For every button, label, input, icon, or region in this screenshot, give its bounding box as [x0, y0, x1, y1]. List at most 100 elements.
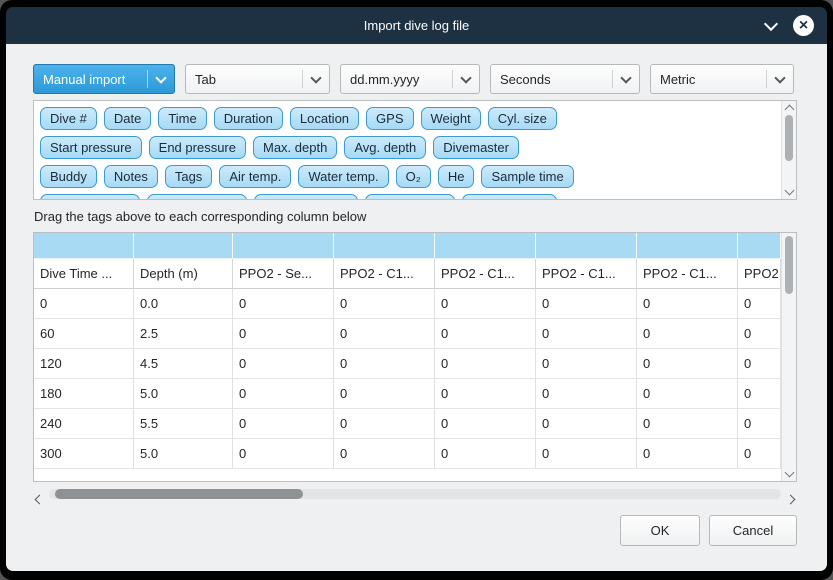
scroll-down-arrow-icon[interactable]: [782, 469, 796, 478]
tag-pill[interactable]: Tags: [165, 165, 212, 188]
tag-pill[interactable]: O₂: [396, 165, 431, 188]
column-header[interactable]: PPO2 - C1...: [637, 259, 738, 289]
table-cell: 0: [233, 439, 334, 469]
footer-button-row: OK Cancel: [33, 515, 797, 546]
instruction-label: Drag the tags above to each correspondin…: [34, 209, 797, 224]
tag-pill[interactable]: End pressure: [149, 136, 246, 159]
field-separator-combobox[interactable]: Tab: [185, 64, 330, 94]
close-icon[interactable]: ×: [793, 15, 814, 36]
titlebar-controls: ×: [766, 7, 814, 44]
scroll-down-arrow-icon[interactable]: [782, 187, 796, 196]
tag-pill[interactable]: Divemaster: [433, 136, 519, 159]
table-cell: 0: [435, 349, 536, 379]
scroll-left-arrow-icon[interactable]: [36, 490, 43, 508]
preview-table: Dive Time ...Depth (m)PPO2 - Se...PPO2 -…: [33, 232, 797, 482]
duration-format-combobox[interactable]: Seconds: [490, 64, 640, 94]
tag-pill[interactable]: Sample pO₂: [365, 194, 455, 199]
table-cell: 5.0: [134, 379, 233, 409]
tag-row: Buddy Notes Tags Air temp. Water temp. O₂ He Sa…: [40, 165, 781, 188]
tag-pill[interactable]: GPS: [366, 107, 413, 130]
table-row: 1204.5000000: [34, 349, 781, 379]
column-header[interactable]: PPO2 - Se...: [233, 259, 334, 289]
scrollbar-thumb[interactable]: [785, 236, 793, 294]
table-cell: 0: [334, 439, 435, 469]
units-combobox[interactable]: Metric: [650, 64, 794, 94]
duration-format-value: Seconds: [500, 72, 604, 87]
table-cell: 0: [738, 379, 781, 409]
table-cell: 0: [738, 289, 781, 319]
titlebar-menu-chevron-icon[interactable]: [764, 16, 778, 30]
table-cell: 0: [334, 349, 435, 379]
table-cell: 0: [435, 289, 536, 319]
tag-pill[interactable]: Avg. depth: [344, 136, 426, 159]
drop-target-cell[interactable]: [536, 233, 637, 259]
table-cell: 0: [34, 289, 134, 319]
scroll-up-arrow-icon[interactable]: [782, 102, 796, 113]
combo-chevron: [302, 70, 320, 88]
tags-vertical-scrollbar[interactable]: [781, 101, 796, 199]
table-cell: 0: [334, 379, 435, 409]
tag-pill[interactable]: Time: [158, 107, 206, 130]
table-cell: 0: [233, 379, 334, 409]
tag-pill[interactable]: He: [438, 165, 475, 188]
drop-target-cell[interactable]: [435, 233, 536, 259]
table-cell: 60: [34, 319, 134, 349]
table-cell: 0: [435, 319, 536, 349]
table-cell: 0: [738, 409, 781, 439]
drop-target-cell[interactable]: [34, 233, 134, 259]
column-header[interactable]: PPO2 - C1...: [536, 259, 637, 289]
drop-target-cell[interactable]: [637, 233, 738, 259]
column-header[interactable]: PPO2 - C1...: [334, 259, 435, 289]
tag-pill[interactable]: Sample CNS: [462, 194, 557, 199]
tag-pill[interactable]: Buddy: [40, 165, 97, 188]
column-header[interactable]: Depth (m): [134, 259, 233, 289]
tag-pill[interactable]: Start pressure: [40, 136, 142, 159]
table-cell: 0: [637, 379, 738, 409]
date-format-combobox[interactable]: dd.mm.yyyy: [340, 64, 480, 94]
units-value: Metric: [660, 72, 758, 87]
scroll-right-arrow-icon[interactable]: [787, 490, 794, 508]
tag-pill[interactable]: Sample temp.: [147, 194, 247, 199]
tag-pill[interactable]: Air temp.: [219, 165, 291, 188]
scrollbar-thumb[interactable]: [55, 489, 303, 499]
titlebar[interactable]: Import dive log file ×: [6, 7, 827, 44]
tag-pill[interactable]: Cyl. size: [488, 107, 557, 130]
import-mode-combobox[interactable]: Manual import: [33, 64, 175, 94]
tag-pill[interactable]: Date: [104, 107, 151, 130]
table-vertical-scrollbar[interactable]: [781, 233, 796, 481]
chevron-down-icon: [460, 72, 471, 83]
column-header[interactable]: PPO2: [738, 259, 781, 289]
tag-pill[interactable]: Dive #: [40, 107, 97, 130]
table-horizontal-scrollbar[interactable]: [33, 487, 797, 501]
tag-pill[interactable]: Sample press.: [254, 194, 357, 199]
tag-pill[interactable]: Max. depth: [253, 136, 337, 159]
tag-pill[interactable]: Duration: [214, 107, 283, 130]
tag-pill[interactable]: Weight: [421, 107, 481, 130]
scrollbar-thumb[interactable]: [785, 115, 793, 161]
tag-pill[interactable]: Location: [290, 107, 359, 130]
ok-button[interactable]: OK: [620, 515, 700, 546]
drop-target-cell[interactable]: [233, 233, 334, 259]
tags-box: Dive # Date Time Duration Location GPS Weight C…: [33, 100, 797, 200]
tag-pill[interactable]: Water temp.: [298, 165, 388, 188]
drop-target-cell[interactable]: [738, 233, 781, 259]
table-row: 2405.5000000: [34, 409, 781, 439]
table-cell: 300: [34, 439, 134, 469]
table-cell: 4.5: [134, 349, 233, 379]
tag-row: Dive # Date Time Duration Location GPS Weight C…: [40, 107, 781, 130]
table-cell: 180: [34, 379, 134, 409]
column-header[interactable]: Dive Time ...: [34, 259, 134, 289]
combo-chevron: [766, 70, 784, 88]
tag-pill[interactable]: Sample time: [481, 165, 573, 188]
chevron-down-icon: [774, 72, 785, 83]
chevron-down-icon: [155, 72, 166, 83]
tag-pill[interactable]: Sample depth: [40, 194, 140, 199]
window-title: Import dive log file: [6, 18, 827, 33]
tag-pill[interactable]: Notes: [104, 165, 158, 188]
cancel-button[interactable]: Cancel: [709, 515, 797, 546]
column-header[interactable]: PPO2 - C1...: [435, 259, 536, 289]
table-cell: 0: [233, 409, 334, 439]
drop-target-cell[interactable]: [134, 233, 233, 259]
drop-target-cell[interactable]: [334, 233, 435, 259]
table-cell: 0: [738, 319, 781, 349]
